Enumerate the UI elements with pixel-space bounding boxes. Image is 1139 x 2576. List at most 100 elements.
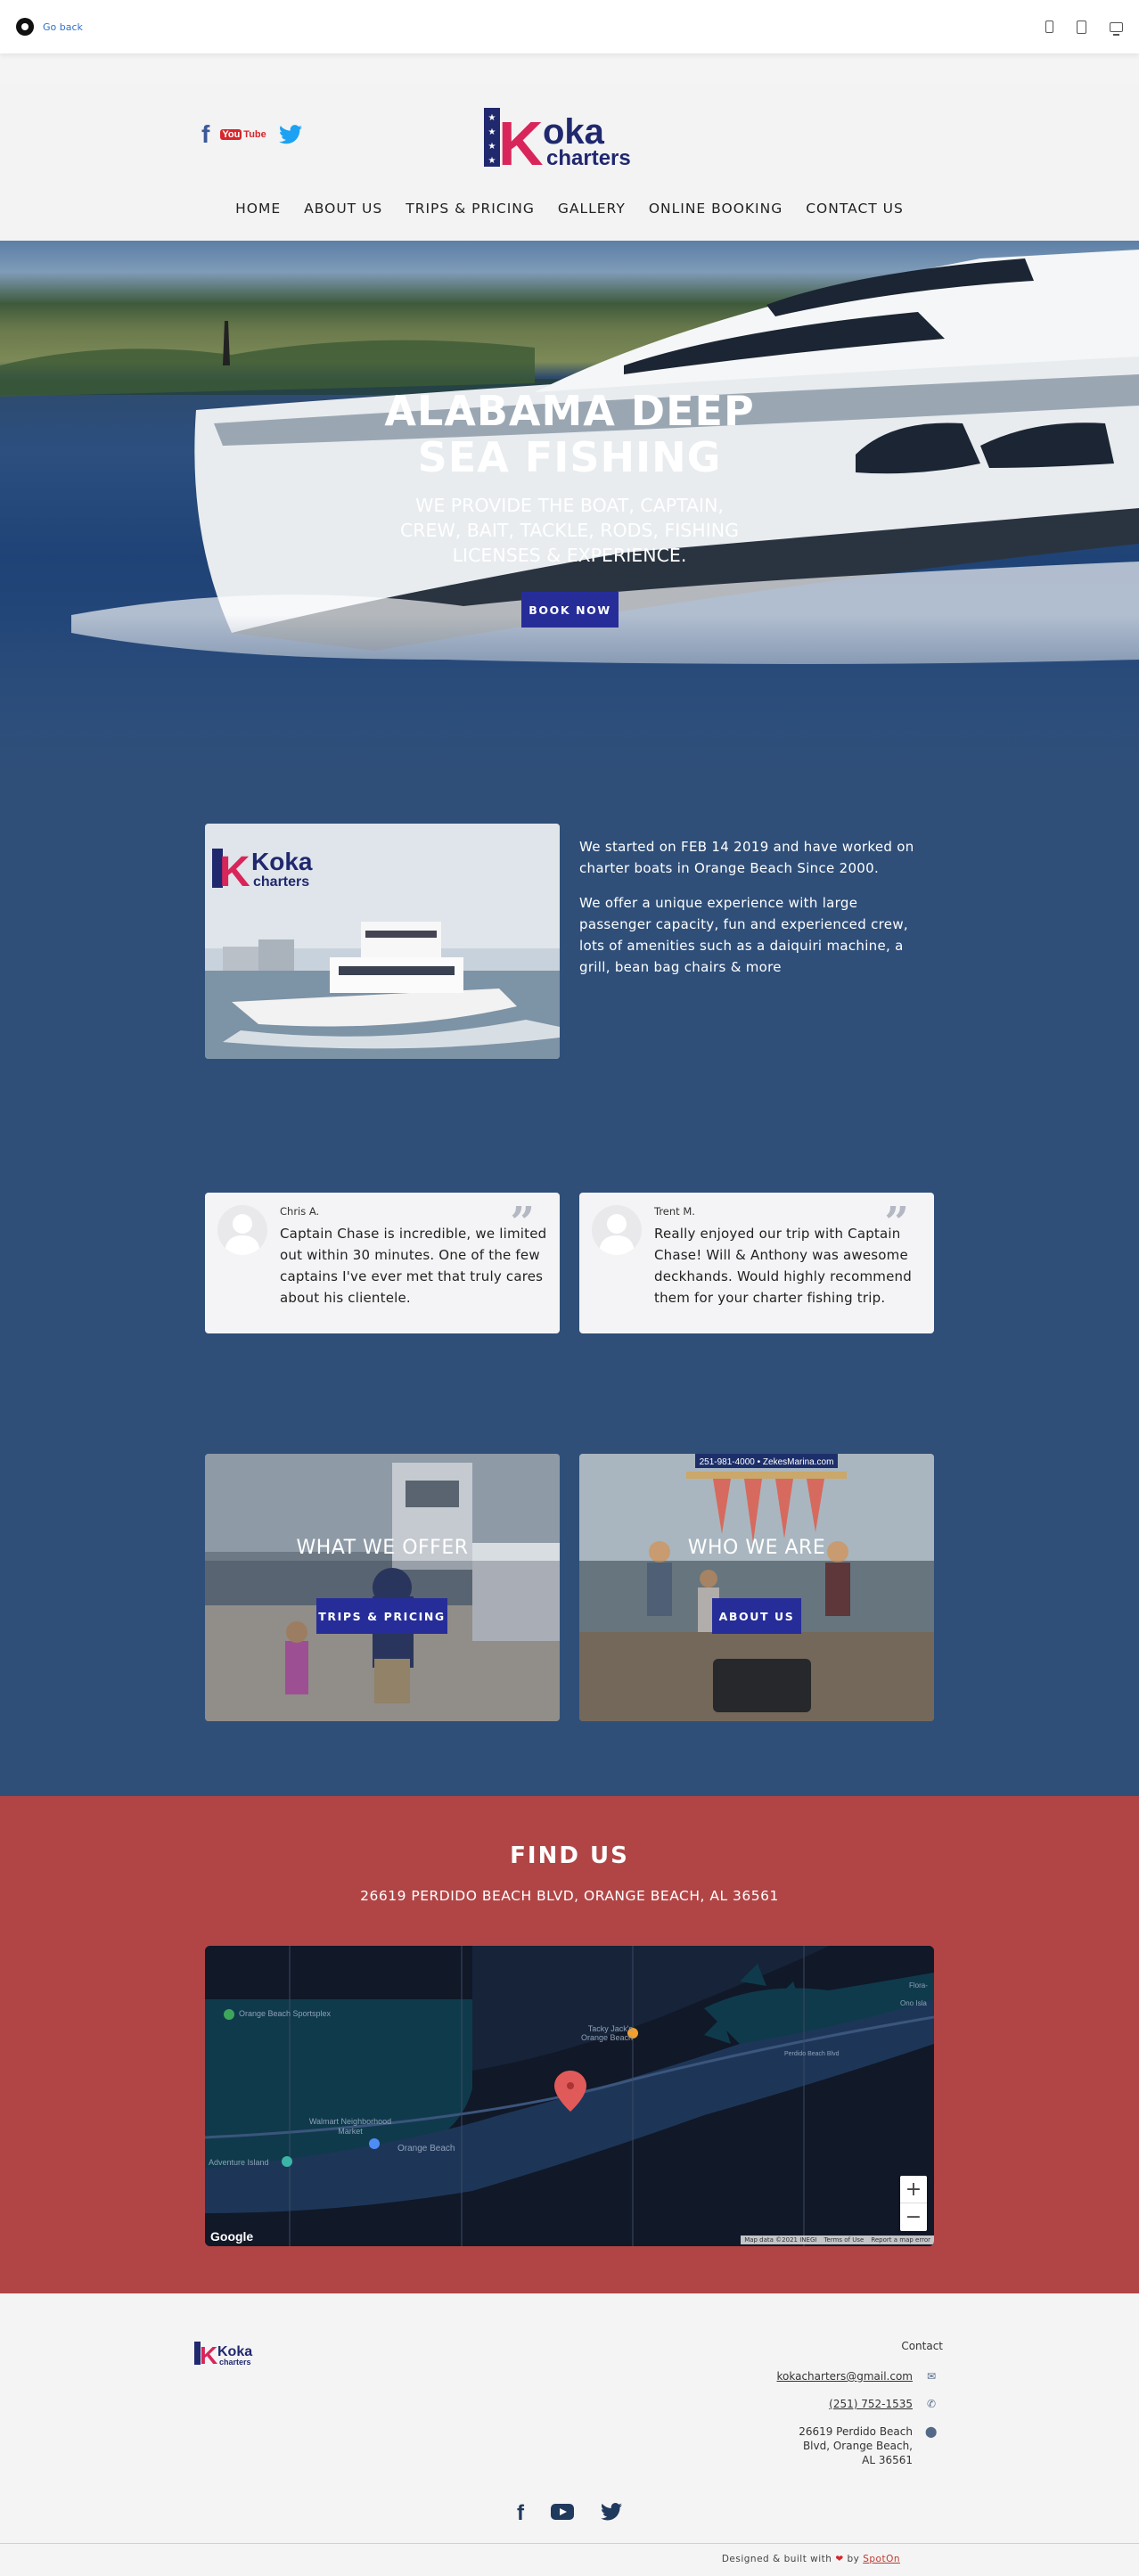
header-social-links: f You Tube bbox=[201, 122, 302, 147]
map-label-perdido-beach: Perdido Beach Blvd bbox=[784, 2051, 840, 2057]
fishing-deck-photo bbox=[205, 1454, 560, 1721]
site-header: f You Tube ★ ★ ★ ★ K oka charters HOME AB… bbox=[0, 85, 1139, 241]
envelope-icon: ✉ bbox=[926, 2370, 936, 2383]
hero-title-line1: ALABAMA DEEP bbox=[384, 387, 755, 435]
avatar bbox=[592, 1205, 642, 1255]
charter-boat-photo: K Koka charters bbox=[205, 824, 560, 1059]
youtube-icon[interactable]: You Tube bbox=[220, 129, 267, 140]
go-back-label: Go back bbox=[43, 21, 83, 33]
find-us-section: FIND US 26619 PERDIDO BEACH BLVD, ORANGE… bbox=[0, 1796, 1139, 2293]
google-logo[interactable]: Google bbox=[210, 2229, 253, 2244]
review-card: Trent M. ” Really enjoyed our trip with … bbox=[579, 1193, 934, 1333]
map-zoom-controls: + − bbox=[900, 2176, 927, 2231]
hero-title-line2: SEA FISHING bbox=[417, 433, 722, 481]
find-us-title: FIND US bbox=[510, 1842, 629, 1869]
footer-address-line3: AL 36561 bbox=[862, 2454, 913, 2466]
zoom-out-button[interactable]: − bbox=[900, 2203, 927, 2231]
about-text: We started on FEB 14 2019 and have worke… bbox=[579, 836, 931, 978]
review-author: Trent M. bbox=[654, 1205, 695, 1218]
attraction-pin-icon bbox=[282, 2156, 292, 2167]
footer-address: 26619 Perdido Beach Blvd, Orange Beach, … bbox=[799, 2424, 913, 2467]
about-image-logo: Koka bbox=[251, 848, 313, 875]
about-paragraph-1: We started on FEB 14 2019 and have worke… bbox=[579, 839, 914, 876]
device-switcher bbox=[1045, 20, 1123, 36]
site-footer: K Koka charters Contact kokacharters@gma… bbox=[0, 2293, 1139, 2576]
facebook-icon[interactable]: f bbox=[517, 2501, 524, 2526]
terms-of-use-link[interactable]: Terms of Use bbox=[824, 2236, 864, 2244]
main-nav: HOME ABOUT US TRIPS & PRICING GALLERY ON… bbox=[0, 201, 1139, 217]
youtube-you: You bbox=[220, 129, 242, 140]
map-attribution: Map data ©2021 INEGI Terms of Use Report… bbox=[741, 2236, 934, 2244]
avatar bbox=[217, 1205, 267, 1255]
back-icon bbox=[16, 18, 34, 36]
phone-icon: ✆ bbox=[926, 2398, 936, 2410]
map-label-orange-beach: Orange Beach bbox=[397, 2144, 455, 2154]
map-canvas bbox=[205, 1946, 934, 2246]
svg-text:K: K bbox=[219, 849, 250, 896]
review-card: Chris A. ” Captain Chase is incredible, … bbox=[205, 1193, 560, 1333]
nav-home[interactable]: HOME bbox=[235, 201, 281, 217]
catch-photo: 251-981-4000 • ZekesMarina.com bbox=[579, 1454, 934, 1721]
go-back-button[interactable]: Go back bbox=[16, 18, 83, 36]
footer-logo[interactable]: K Koka charters bbox=[194, 2340, 262, 2367]
google-map[interactable]: Orange Beach Sportsplex Tacky Jack's Ora… bbox=[205, 1946, 934, 2246]
nav-gallery[interactable]: GALLERY bbox=[558, 201, 626, 217]
what-we-offer-title: WHAT WE OFFER bbox=[296, 1537, 469, 1559]
review-text: Really enjoyed our trip with Captain Cha… bbox=[654, 1226, 912, 1306]
location-pin-icon: ⬤ bbox=[925, 2425, 938, 2438]
map-label-flora: Flora- bbox=[909, 1981, 928, 1989]
svg-text:★: ★ bbox=[488, 127, 496, 137]
review-author: Chris A. bbox=[280, 1205, 320, 1218]
nav-trips-pricing[interactable]: TRIPS & PRICING bbox=[406, 201, 535, 217]
svg-text:★: ★ bbox=[488, 142, 496, 152]
youtube-icon[interactable] bbox=[551, 2504, 574, 2523]
map-label-walmart: Walmart Neighborhood Market bbox=[308, 2117, 392, 2136]
map-label-sportsplex: Orange Beach Sportsplex bbox=[239, 2009, 332, 2018]
marina-sign: 251-981-4000 • ZekesMarina.com bbox=[700, 1457, 834, 1467]
trips-pricing-button[interactable]: TRIPS & PRICING bbox=[316, 1598, 447, 1634]
tablet-preview-icon[interactable] bbox=[1077, 20, 1086, 34]
koka-charters-logo[interactable]: ★ ★ ★ ★ K oka charters bbox=[484, 104, 658, 170]
find-us-address: 26619 PERDIDO BEACH BLVD, ORANGE BEACH, … bbox=[360, 1888, 779, 1904]
twitter-icon[interactable] bbox=[601, 2503, 622, 2524]
review-text: Captain Chase is incredible, we limited … bbox=[280, 1226, 547, 1306]
twitter-icon[interactable] bbox=[278, 125, 302, 144]
map-label-adventure-island: Adventure Island bbox=[209, 2158, 269, 2167]
report-map-error-link[interactable]: Report a map error bbox=[871, 2236, 930, 2244]
facebook-icon[interactable]: f bbox=[201, 122, 209, 147]
contact-address-row: 26619 Perdido Beach Blvd, Orange Beach, … bbox=[799, 2424, 938, 2467]
heart-icon: ❤ bbox=[835, 2554, 844, 2564]
map-label-ono-island: Ono Isla bbox=[900, 1999, 927, 2007]
logo-k: K bbox=[498, 109, 544, 170]
about-image-logo-tagline: charters bbox=[253, 874, 309, 890]
logo-charters: charters bbox=[546, 146, 631, 170]
nav-contact-us[interactable]: CONTACT US bbox=[806, 201, 904, 217]
svg-text:★: ★ bbox=[488, 113, 496, 123]
map-data-credit: Map data ©2021 INEGI bbox=[744, 2236, 817, 2244]
zoom-in-button[interactable]: + bbox=[900, 2176, 927, 2203]
hero-gradient-overlay bbox=[0, 615, 1139, 767]
footer-social-links: f bbox=[0, 2501, 1139, 2526]
about-us-button[interactable]: ABOUT US bbox=[712, 1598, 801, 1634]
built-prefix: Designed & built with bbox=[721, 2554, 832, 2564]
svg-text:K: K bbox=[200, 2342, 217, 2367]
svg-text:★: ★ bbox=[488, 156, 496, 166]
email-link[interactable]: kokacharters@gmail.com bbox=[777, 2370, 914, 2383]
nav-online-booking[interactable]: ONLINE BOOKING bbox=[649, 201, 783, 217]
about-paragraph-2: We offer a unique experience with large … bbox=[579, 895, 908, 975]
phone-preview-icon[interactable] bbox=[1045, 21, 1053, 33]
spoton-link[interactable]: SpotOn bbox=[863, 2554, 900, 2564]
main-content bbox=[0, 767, 1139, 1796]
phone-link[interactable]: (251) 752-1535 bbox=[829, 2398, 913, 2410]
nav-about-us[interactable]: ABOUT US bbox=[304, 201, 382, 217]
book-now-button[interactable]: BOOK NOW bbox=[521, 592, 619, 628]
preview-toolbar: Go back bbox=[0, 0, 1139, 53]
who-we-are-card: 251-981-4000 • ZekesMarina.com WHO WE AR… bbox=[579, 1454, 934, 1721]
hero-subtitle: WE PROVIDE THE BOAT, CAPTAIN, CREW, BAIT… bbox=[399, 495, 739, 566]
contact-email-row: kokacharters@gmail.com ✉ bbox=[777, 2370, 937, 2383]
what-we-offer-card: WHAT WE OFFER TRIPS & PRICING bbox=[205, 1454, 560, 1721]
desktop-preview-icon[interactable] bbox=[1110, 21, 1123, 36]
footer-logo-tagline: charters bbox=[219, 2358, 251, 2367]
sportsplex-pin-icon bbox=[224, 2009, 234, 2020]
built-by: by bbox=[847, 2554, 860, 2564]
